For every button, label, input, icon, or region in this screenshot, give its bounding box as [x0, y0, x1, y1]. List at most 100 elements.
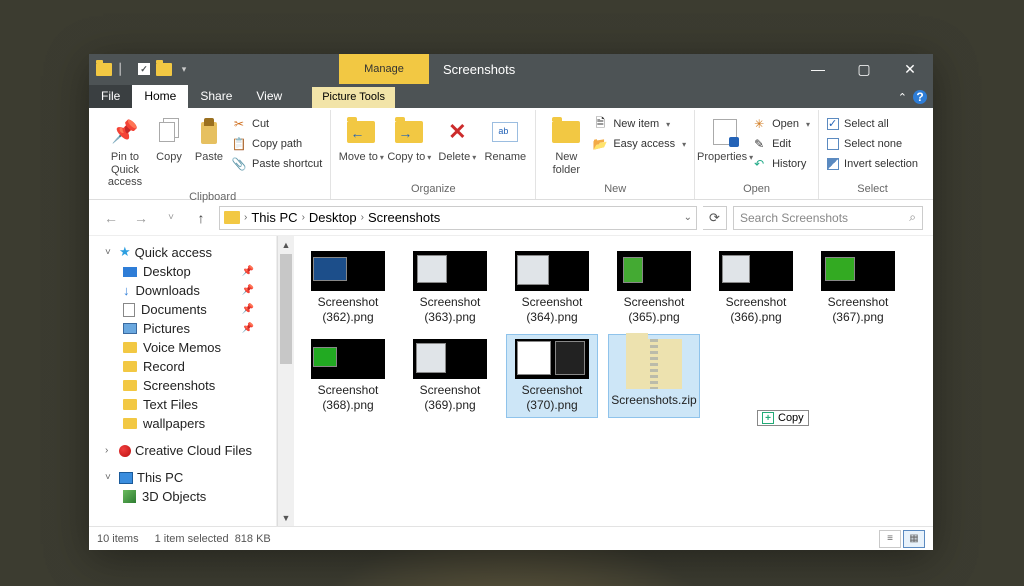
- chevron-right-icon[interactable]: ›: [244, 212, 247, 223]
- nav-text-files[interactable]: Text Files: [101, 395, 276, 414]
- nav-scrollbar[interactable]: ▲ ▼: [277, 236, 294, 526]
- breadcrumb-screenshots[interactable]: Screenshots: [368, 210, 440, 225]
- recent-locations-button[interactable]: ˅: [159, 206, 183, 230]
- chevron-right-icon[interactable]: ›: [361, 212, 364, 223]
- history-button[interactable]: ↶History: [749, 154, 812, 174]
- status-bar: 10 items 1 item selected 818 KB ≡ ▦: [89, 526, 933, 550]
- nav-record[interactable]: Record: [101, 357, 276, 376]
- moveto-icon: ←: [345, 116, 377, 148]
- tab-home[interactable]: Home: [132, 85, 188, 108]
- nav-pictures[interactable]: Pictures📌: [101, 319, 276, 338]
- file-item[interactable]: Screenshot (369).png: [404, 334, 496, 418]
- scrollbar-thumb[interactable]: [280, 254, 292, 364]
- ribbon-group-organize: ← Move to▾ → Copy to▾ ✕ Delete▾ Rename O…: [331, 110, 536, 199]
- nav-screenshots[interactable]: Screenshots: [101, 376, 276, 395]
- pin-to-quick-access-button[interactable]: 📌 Pin to Quick access: [101, 110, 149, 189]
- file-name-label: Screenshot (366).png: [713, 295, 799, 325]
- copy-button[interactable]: Copy: [149, 110, 189, 164]
- back-button[interactable]: ←: [99, 206, 123, 230]
- rename-button[interactable]: Rename: [481, 110, 529, 164]
- image-thumbnail: [719, 251, 793, 291]
- copy-path-button[interactable]: 📋Copy path: [229, 134, 324, 154]
- breadcrumb-dropdown-icon[interactable]: ⌄: [684, 212, 692, 223]
- new-item-button[interactable]: 🗎New item▾: [590, 114, 688, 134]
- nav-3d-objects[interactable]: 3D Objects: [101, 487, 276, 506]
- close-button[interactable]: ✕: [887, 54, 933, 84]
- file-grid[interactable]: Screenshot (362).pngScreenshot (363).png…: [294, 236, 933, 526]
- file-item[interactable]: Screenshot (365).png: [608, 246, 700, 330]
- nav-documents[interactable]: Documents📌: [101, 300, 276, 319]
- desktop-icon: [123, 267, 137, 277]
- tab-file[interactable]: File: [89, 85, 132, 108]
- file-name-label: Screenshot (369).png: [407, 383, 493, 413]
- image-thumbnail: [515, 251, 589, 291]
- file-item[interactable]: Screenshot (367).png: [812, 246, 904, 330]
- file-name-label: Screenshot (365).png: [611, 295, 697, 325]
- folder-icon: [95, 60, 113, 78]
- file-item[interactable]: Screenshot (363).png: [404, 246, 496, 330]
- scissors-icon: ✂: [231, 116, 247, 132]
- icons-view-button[interactable]: ▦: [903, 530, 925, 548]
- search-input[interactable]: Search Screenshots ⌕: [733, 206, 923, 230]
- file-item[interactable]: Screenshot (370).png: [506, 334, 598, 418]
- folder-icon: [123, 380, 137, 391]
- help-icon[interactable]: ?: [913, 90, 927, 104]
- edit-button[interactable]: ✎Edit: [749, 134, 812, 154]
- rename-icon: [489, 116, 521, 148]
- file-item[interactable]: Screenshot (366).png: [710, 246, 802, 330]
- delete-button[interactable]: ✕ Delete▾: [433, 110, 481, 164]
- ribbon-group-new: New folder 🗎New item▾ 📂Easy access▾ New: [536, 110, 695, 199]
- select-all-button[interactable]: Select all: [825, 114, 920, 134]
- maximize-button[interactable]: ▢: [841, 54, 887, 84]
- folder-icon: [123, 399, 137, 410]
- properties-qat-icon[interactable]: ✓: [135, 60, 153, 78]
- invert-selection-button[interactable]: Invert selection: [825, 154, 920, 174]
- move-to-button[interactable]: ← Move to▾: [337, 110, 385, 164]
- selectall-icon: [827, 118, 839, 130]
- nav-wallpapers[interactable]: wallpapers: [101, 414, 276, 433]
- forward-button[interactable]: →: [129, 206, 153, 230]
- file-item[interactable]: Screenshot (368).png: [302, 334, 394, 418]
- pin-icon: 📌: [109, 116, 141, 148]
- nav-quick-access[interactable]: ˅★Quick access: [101, 242, 276, 262]
- file-name-label: Screenshot (367).png: [815, 295, 901, 325]
- breadcrumb[interactable]: › This PC › Desktop › Screenshots ⌄: [219, 206, 697, 230]
- file-item[interactable]: Screenshot (362).png: [302, 246, 394, 330]
- properties-button[interactable]: Properties▾: [701, 110, 749, 164]
- scroll-up-icon[interactable]: ▲: [278, 236, 294, 253]
- newitem-icon: 🗎: [592, 116, 608, 132]
- nav-voice-memos[interactable]: Voice Memos: [101, 338, 276, 357]
- nav-desktop[interactable]: Desktop📌: [101, 262, 276, 281]
- paste-button[interactable]: Paste: [189, 110, 229, 164]
- easy-access-button[interactable]: 📂Easy access▾: [590, 134, 688, 154]
- cut-button[interactable]: ✂Cut: [229, 114, 324, 134]
- tab-share[interactable]: Share: [188, 85, 244, 108]
- nav-downloads[interactable]: ↓Downloads📌: [101, 281, 276, 300]
- new-folder-button[interactable]: New folder: [542, 110, 590, 176]
- breadcrumb-thispc[interactable]: This PC: [251, 210, 297, 225]
- refresh-button[interactable]: ⟳: [703, 206, 727, 230]
- nav-creative-cloud[interactable]: ›Creative Cloud Files: [101, 441, 276, 460]
- folder-icon: [123, 342, 137, 353]
- open-button[interactable]: ✳Open▾: [749, 114, 812, 134]
- paste-shortcut-button[interactable]: 📎Paste shortcut: [229, 154, 324, 174]
- details-view-button[interactable]: ≡: [879, 530, 901, 548]
- collapse-ribbon-icon[interactable]: ⌃: [898, 91, 907, 104]
- scroll-down-icon[interactable]: ▼: [278, 509, 294, 526]
- up-button[interactable]: ↑: [189, 206, 213, 230]
- pinned-icon: 📌: [242, 323, 254, 334]
- qat-dropdown-icon[interactable]: ▾: [175, 60, 193, 78]
- file-item[interactable]: Screenshots.zip: [608, 334, 700, 418]
- breadcrumb-desktop[interactable]: Desktop: [309, 210, 357, 225]
- tab-picture-tools[interactable]: Picture Tools: [312, 87, 395, 108]
- select-none-button[interactable]: Select none: [825, 134, 920, 154]
- tab-view[interactable]: View: [244, 85, 294, 108]
- newfolder-qat-icon[interactable]: [155, 60, 173, 78]
- file-item[interactable]: Screenshot (364).png: [506, 246, 598, 330]
- copy-to-button[interactable]: → Copy to▾: [385, 110, 433, 164]
- chevron-right-icon[interactable]: ›: [302, 212, 305, 223]
- ribbon-group-select: Select all Select none Invert selection …: [819, 110, 926, 199]
- nav-this-pc[interactable]: ˅This PC: [101, 468, 276, 487]
- minimize-button[interactable]: —: [795, 54, 841, 84]
- easyaccess-icon: 📂: [592, 136, 608, 152]
